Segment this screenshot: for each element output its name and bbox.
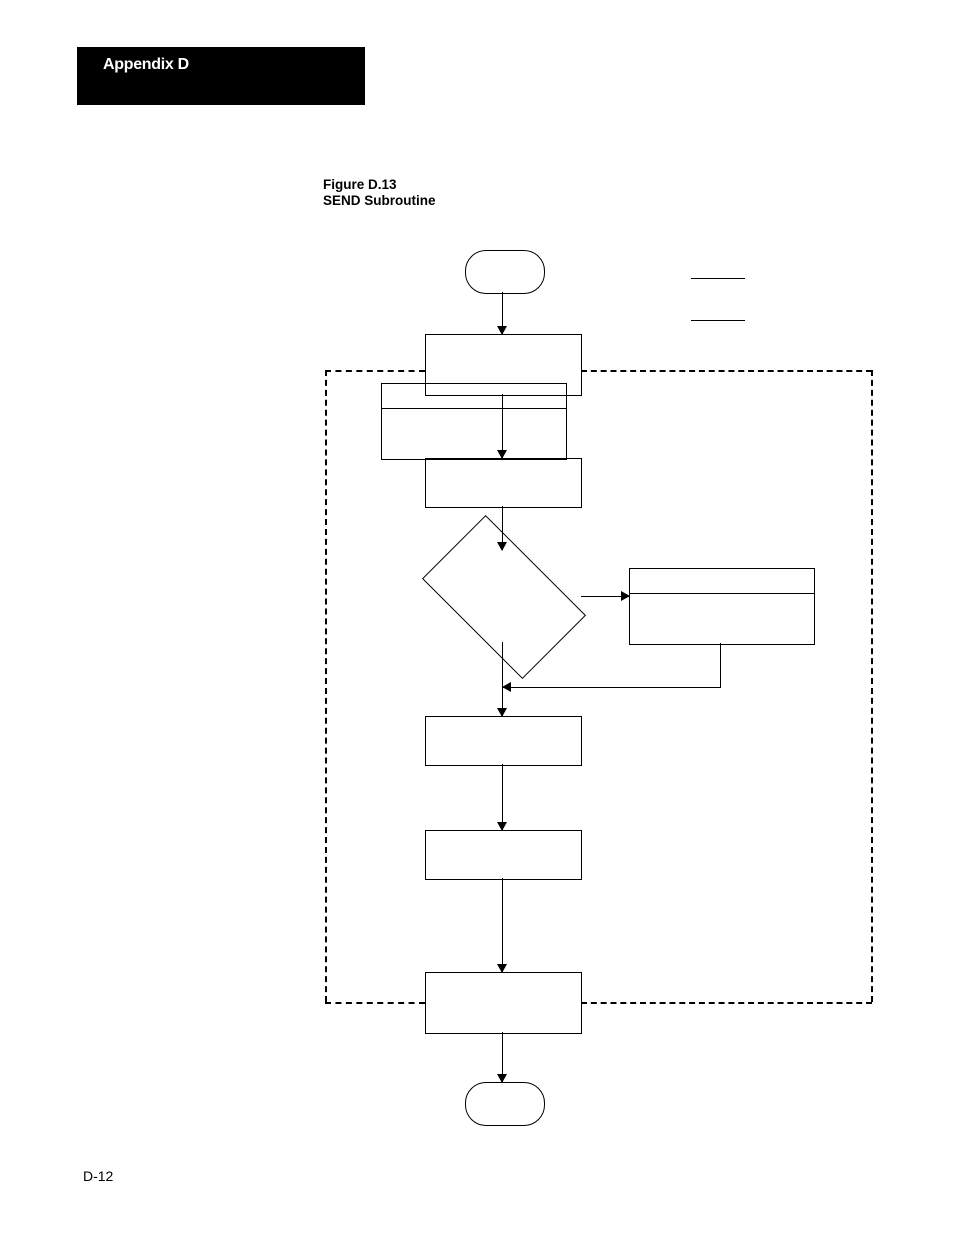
legend-line-1 xyxy=(691,278,745,279)
arrowhead-left-icon xyxy=(502,682,511,692)
process-2 xyxy=(425,458,582,508)
terminator-end xyxy=(465,1082,545,1126)
process-3 xyxy=(425,716,582,766)
connector xyxy=(502,687,721,688)
arrowhead-down-icon xyxy=(497,1074,507,1083)
page: Appendix D Detailed Flowcharts Figure D.… xyxy=(0,0,954,1235)
dashed-border xyxy=(871,370,873,1002)
terminator-start xyxy=(465,250,545,294)
arrowhead-down-icon xyxy=(497,450,507,459)
arrowhead-right-icon xyxy=(621,591,630,601)
figure-label: Figure D.13 xyxy=(323,177,397,192)
dashed-border xyxy=(325,370,327,1002)
dashed-border xyxy=(581,370,872,372)
header-block: Appendix D Detailed Flowcharts xyxy=(77,47,365,105)
connector xyxy=(502,394,503,458)
dashed-border xyxy=(581,1002,872,1004)
subroutine-1 xyxy=(629,568,815,645)
arrowhead-down-icon xyxy=(497,964,507,973)
figure-caption: Figure D.13 SEND Subroutine xyxy=(323,177,436,209)
connector xyxy=(502,764,503,830)
decision-1 xyxy=(422,515,586,679)
arrowhead-down-icon xyxy=(497,542,507,551)
arrowhead-down-icon xyxy=(497,822,507,831)
process-5 xyxy=(425,972,582,1034)
flowchart xyxy=(325,230,895,1160)
arrowhead-down-icon xyxy=(497,708,507,717)
page-number: D-12 xyxy=(83,1168,113,1184)
arrowhead-down-icon xyxy=(497,326,507,335)
connector xyxy=(720,643,721,687)
connector xyxy=(502,878,503,972)
process-4 xyxy=(425,830,582,880)
process-1 xyxy=(425,334,582,396)
dashed-border xyxy=(325,370,425,372)
figure-name: SEND Subroutine xyxy=(323,193,436,208)
appendix-title: Appendix D xyxy=(103,56,339,74)
dashed-border xyxy=(325,1002,425,1004)
connector xyxy=(502,642,503,716)
legend-line-2 xyxy=(691,320,745,321)
